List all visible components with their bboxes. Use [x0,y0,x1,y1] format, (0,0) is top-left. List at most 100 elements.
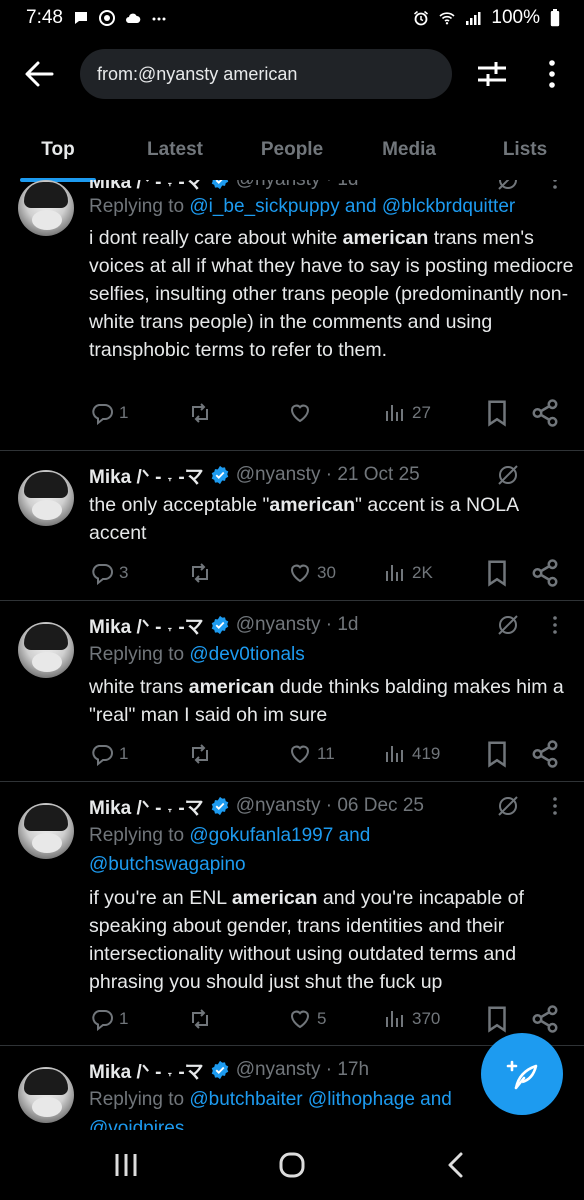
verified-badge-icon [211,180,228,190]
reply-button[interactable]: 3 [90,558,128,588]
avatar[interactable] [18,622,74,678]
share-icon[interactable] [530,739,560,769]
tab-people[interactable]: People [250,128,334,172]
verified-badge-icon [211,465,228,485]
grok-icon[interactable] [496,613,520,637]
reply-icon [92,745,113,766]
search-keyword: american [269,494,356,516]
handle-and-time: @nyansty · 21 Oct 25 [235,464,420,485]
search-tabs: Top Latest People Media Lists [0,128,584,182]
tweet-feed[interactable]: Mika /ᐠ - ˕ -マ @nyansty · 1d Replying to… [0,180,584,1130]
tweet-header: Mika /ᐠ - ˕ -マ @nyansty · 17h [89,1056,369,1084]
grok-icon[interactable] [496,794,520,818]
tweet[interactable]: Mika /ᐠ - ˕ -マ @nyansty · 1d Replying to… [0,180,584,451]
reply-mentions[interactable]: @butchbaiter @lithophage and [189,1089,452,1110]
display-name[interactable]: Mika /ᐠ - ˕ -マ [89,1057,204,1084]
reply-button[interactable]: 1 [90,1004,128,1034]
search-query: from:@nyansty american [97,63,298,84]
like-button[interactable]: 30 [288,558,336,588]
search-keyword: american [342,227,429,249]
display-name[interactable]: Mika /ᐠ - ˕ -マ [89,462,204,489]
share-icon[interactable] [530,398,560,428]
bookmark-icon[interactable] [482,739,512,769]
views-button[interactable]: 27 [383,398,431,428]
tweet-text: i dont really care about white american … [89,227,574,361]
reply-mentions[interactable]: @gokufanla1997 and [189,825,370,846]
heart-icon [290,745,310,764]
tab-lists[interactable]: Lists [490,128,560,172]
tab-media[interactable]: Media [370,128,448,172]
handle-and-time: @nyansty · 06 Dec 25 [235,795,424,816]
reply-icon [92,404,113,425]
handle-and-time: @nyansty · 1d [236,180,359,191]
more-icon[interactable] [548,180,562,192]
replying-to: Replying to @dev0tionals [89,644,305,665]
heart-icon [290,404,310,423]
tab-latest[interactable]: Latest [132,128,218,172]
more-icon[interactable] [548,613,562,637]
tweet-header: Mika /ᐠ - ˕ -マ @nyansty · 06 Dec 25 [89,792,424,820]
avatar[interactable] [18,1067,74,1123]
replying-to: Replying to @gokufanla1997 and @butchswa… [89,825,371,875]
display-name[interactable]: Mika /ᐠ - ˕ -マ [89,793,204,820]
tweet-actions: 1 27 [0,398,584,428]
cloud-icon [125,13,141,23]
avatar[interactable] [18,803,74,859]
reply-mentions-continued[interactable]: @voidpires [89,1118,184,1130]
compose-button[interactable] [481,1033,563,1115]
replying-to: Replying to @i_be_sickpuppy and @blckbrd… [89,196,516,217]
retweet-button[interactable] [188,739,217,769]
reply-icon [92,564,113,585]
like-button[interactable]: 5 [288,1004,326,1034]
signal-icon [466,12,481,25]
reply-mentions[interactable]: @dev0tionals [189,644,304,665]
battery-icon [550,9,560,27]
views-button[interactable]: 370 [383,1004,440,1034]
search-input[interactable]: from:@nyansty american [80,49,452,99]
retweet-button[interactable] [188,1004,217,1034]
reply-mentions[interactable]: @i_be_sickpuppy and @blckbrdquitter [189,196,515,217]
home-icon[interactable] [272,1150,312,1180]
grok-icon[interactable] [496,463,520,487]
heart-icon [290,1010,310,1029]
tweet[interactable]: Mika /ᐠ - ˕ -マ @nyansty · 06 Dec 25 Repl… [0,782,584,1046]
retweet-icon [192,563,208,583]
like-button[interactable] [288,398,317,428]
reply-mentions-continued[interactable]: @butchswagapino [89,854,246,875]
display-name[interactable]: Mika /ᐠ - ˕ -マ [89,612,204,639]
share-icon[interactable] [530,558,560,588]
retweet-button[interactable] [188,398,217,428]
more-vertical-icon[interactable] [544,58,560,90]
retweet-icon [192,403,208,423]
tab-top[interactable]: Top [18,128,98,172]
tweet[interactable]: Mika /ᐠ - ˕ -マ @nyansty · 1d Replying to… [0,601,584,782]
handle-and-time: @nyansty · 17h [235,1059,370,1080]
reply-button[interactable]: 1 [90,398,128,428]
chrome-icon [98,10,115,26]
tweet[interactable]: Mika /ᐠ - ˕ -マ @nyansty · 21 Oct 25 the … [0,451,584,601]
avatar[interactable] [18,470,74,526]
sliders-icon[interactable] [474,58,510,90]
back-nav-icon[interactable] [436,1150,476,1180]
handle-and-time: @nyansty · 1d [235,614,359,635]
tweet-actions: 3 30 2K [0,558,584,588]
bookmark-icon[interactable] [482,398,512,428]
bookmark-icon[interactable] [482,558,512,588]
retweet-icon [192,744,208,764]
reply-button[interactable]: 1 [90,739,128,769]
tweet-text: the only acceptable "american" accent is… [89,494,519,544]
tweet-text: if you're an ENL american and you're inc… [89,887,524,993]
share-icon[interactable] [530,1004,560,1034]
grok-icon[interactable] [496,180,520,192]
retweet-button[interactable] [188,558,217,588]
views-button[interactable]: 419 [383,739,440,769]
avatar[interactable] [18,180,74,236]
more-icon[interactable] [548,794,562,818]
recents-icon[interactable] [106,1150,146,1180]
bookmark-icon[interactable] [482,1004,512,1034]
like-button[interactable]: 11 [288,739,335,769]
arrow-left-icon[interactable] [22,58,56,90]
heart-icon [290,564,310,583]
views-button[interactable]: 2K [383,558,433,588]
search-header: from:@nyansty american [0,46,584,102]
